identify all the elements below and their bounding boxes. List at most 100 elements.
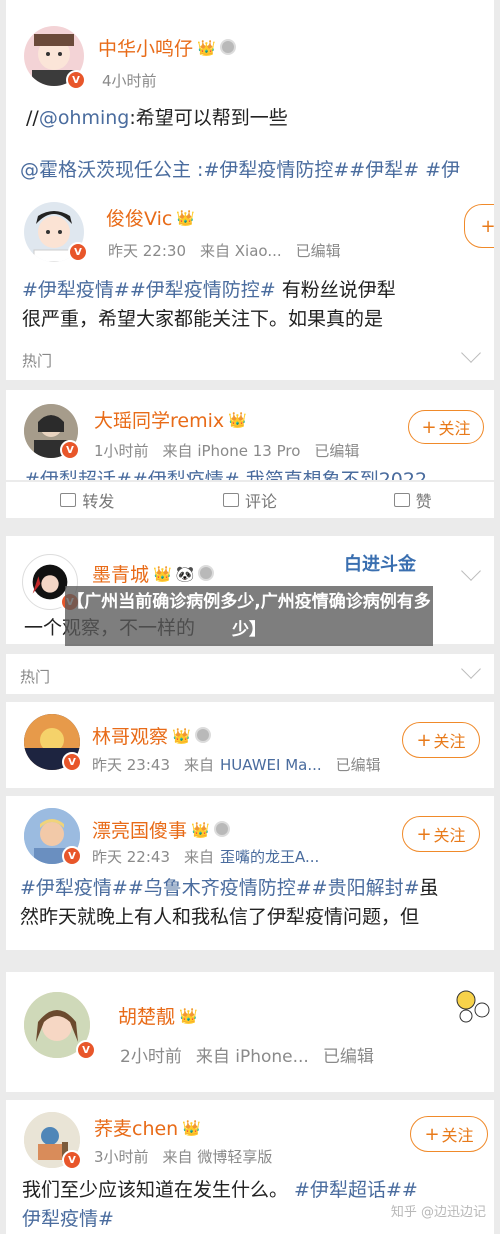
- post-card: V 漂亮国傻事 👑 昨天 22:43 来自 歪嘴的龙王A... + 关注 #伊犁疫情##…: [6, 796, 494, 950]
- source: 来自 iPhone...: [195, 1047, 309, 1067]
- text-segment: 然昨天就晚上有人和我私信了伊犁疫情问题，但: [20, 906, 420, 929]
- username[interactable]: 漂亮国傻事 👑: [92, 816, 230, 843]
- timestamp: 昨天 22:30: [108, 242, 186, 260]
- username[interactable]: 荞麦chen 👑: [94, 1114, 201, 1141]
- source-link[interactable]: 歪嘴的龙王A...: [220, 848, 319, 866]
- source-link[interactable]: HUAWEI Ma...: [220, 756, 322, 774]
- hashtag-link[interactable]: 伊犁疫情#: [22, 1208, 114, 1230]
- hashtag-link[interactable]: #伊犁疫情##伊犁疫情防控#: [22, 279, 276, 301]
- crown-icon: 👑: [172, 727, 191, 745]
- username-text: 俊俊Vic: [106, 208, 173, 230]
- post-card: 热门: [6, 654, 494, 694]
- crown-icon: 👑: [182, 1119, 201, 1137]
- plus-icon: +: [480, 215, 494, 237]
- comment-label: 评论: [245, 492, 278, 511]
- hashtag-line[interactable]: @霍格沃茨现任公主 :#伊犁疫情防控##伊犁# #伊: [20, 156, 460, 185]
- mention-link[interactable]: @ohming: [39, 107, 130, 129]
- follow-button[interactable]: + 关注: [402, 816, 480, 852]
- comment-button[interactable]: 评论: [169, 482, 332, 518]
- plus-icon: +: [421, 416, 437, 438]
- repost-button[interactable]: 转发: [6, 482, 169, 518]
- username[interactable]: 大瑶同学remix 👑: [94, 406, 247, 433]
- timestamp: 1小时前: [94, 442, 149, 460]
- medal-icon: [198, 565, 215, 581]
- username-text: 中华小鸣仔: [98, 38, 194, 60]
- crown-icon: 👑: [179, 1007, 198, 1025]
- repost-label: 转发: [82, 492, 115, 511]
- crown-icon: 👑: [228, 411, 247, 429]
- post-text: #伊犁疫情##伊犁疫情防控# 有粉丝说伊犁 很严重，希望大家都能关注下。如果真的…: [22, 276, 396, 335]
- username-text: 胡楚靓: [118, 1006, 176, 1028]
- source: 来自 微博轻享版: [162, 1148, 273, 1166]
- text-segment: 有粉丝说伊犁: [275, 279, 396, 301]
- edited-label: 已编辑: [314, 442, 360, 460]
- like-button[interactable]: 赞: [331, 482, 494, 518]
- follow-button[interactable]: +: [464, 204, 494, 248]
- plus-icon: +: [416, 823, 432, 845]
- comment-icon: [223, 493, 239, 507]
- verified-badge-icon: V: [62, 846, 82, 866]
- follow-label: 关注: [433, 732, 466, 751]
- post-meta: 1小时前 来自 iPhone 13 Pro 已编辑: [94, 440, 373, 461]
- follow-label: 关注: [438, 419, 471, 438]
- timestamp: 昨天 23:43: [92, 756, 170, 774]
- username[interactable]: 胡楚靓 👑: [118, 1002, 198, 1029]
- timestamp: 昨天 22:43: [92, 848, 170, 866]
- username[interactable]: 林哥观察 👑: [92, 722, 211, 749]
- text-segment: 虽: [419, 877, 439, 899]
- text-segment: //: [26, 107, 39, 129]
- chevron-down-icon[interactable]: [461, 343, 481, 363]
- username[interactable]: 墨青城 👑 🐼: [92, 560, 215, 587]
- text-segment: 我们至少应该知道在发生什么。: [22, 1179, 289, 1201]
- verified-badge-icon: V: [68, 242, 88, 262]
- hashtag-link[interactable]: #伊犁疫情##乌鲁木齐疫情防控##贵阳解封#: [20, 877, 420, 899]
- post-meta: 昨天 22:43 来自 歪嘴的龙王A...: [92, 846, 333, 867]
- post-text: #伊犁疫情##乌鲁木齐疫情防控##贵阳解封#虽 然昨天就晚上有人和我私信了伊犁疫…: [20, 874, 439, 933]
- crown-icon: 👑: [153, 565, 172, 583]
- follow-button[interactable]: + 关注: [408, 410, 484, 444]
- post-text: 我们至少应该知道在发生什么。 #伊犁超话## 伊犁疫情#: [22, 1176, 418, 1234]
- action-bar: 转发 评论 赞: [6, 482, 494, 518]
- edited-label: 已编辑: [295, 242, 341, 260]
- verified-badge-icon: V: [62, 1150, 82, 1170]
- medal-icon: [213, 821, 230, 837]
- plus-icon: +: [424, 1123, 440, 1145]
- post-meta: 2小时前 来自 iPhone... 已编辑: [120, 1042, 388, 1067]
- sticker-decoration: 白进斗金: [344, 554, 416, 575]
- chevron-down-icon[interactable]: [461, 659, 481, 679]
- post-meta: 昨天 23:43 来自 HUAWEI Ma... 已编辑: [92, 754, 395, 775]
- post-meta: 4小时前: [102, 70, 171, 91]
- article-title-banner: 【广州当前确诊病例多少,广州疫情确诊病例有多少】: [65, 586, 433, 646]
- edited-label: 已编辑: [335, 756, 381, 774]
- follow-button[interactable]: + 关注: [402, 722, 480, 758]
- text-segment: 很严重，希望大家都能关注下。如果真的是: [22, 308, 384, 331]
- timestamp: 3小时前: [94, 1148, 149, 1166]
- username-text: 林哥观察: [92, 726, 169, 748]
- post-meta: 昨天 22:30 来自 Xiao... 已编辑: [108, 240, 355, 261]
- plus-icon: +: [416, 729, 432, 751]
- post-card: V 中华小鸣仔 👑 4小时前 //@ohming:希望可以帮到一些: [6, 0, 494, 150]
- hashtag-line[interactable]: #伊犁超话##伊犁疫情# 我简直想象不到2022: [24, 466, 427, 480]
- username[interactable]: 中华小鸣仔 👑: [98, 34, 236, 61]
- crown-icon: 👑: [176, 209, 195, 227]
- source: 来自 Xiao...: [200, 242, 282, 260]
- verified-badge-icon: V: [66, 70, 86, 90]
- username[interactable]: 俊俊Vic 👑: [106, 204, 195, 231]
- medal-icon: [194, 727, 211, 743]
- text-segment: :希望可以帮到一些: [129, 107, 288, 129]
- verified-badge-icon: V: [60, 440, 80, 460]
- timestamp: 4小时前: [102, 72, 157, 90]
- post-meta: 3小时前 来自 微博轻享版: [94, 1146, 286, 1167]
- thumbs-up-icon: [393, 493, 410, 507]
- medal-icon: [219, 39, 236, 55]
- follow-button[interactable]: + 关注: [410, 1116, 488, 1152]
- chevron-down-icon[interactable]: [461, 561, 481, 581]
- watermark: 知乎 @边迅边记: [390, 1205, 486, 1220]
- hot-label: 热门: [20, 668, 51, 686]
- username-text: 大瑶同学remix: [94, 410, 225, 432]
- crown-icon: 👑: [191, 821, 210, 839]
- hashtag-link[interactable]: #伊犁超话##: [288, 1179, 418, 1201]
- post-card: V 林哥观察 👑 昨天 23:43 来自 HUAWEI Ma... 已编辑 + 关注: [6, 702, 494, 788]
- post-card: @霍格沃茨现任公主 :#伊犁疫情防控##伊犁# #伊: [6, 150, 494, 190]
- like-label: 赞: [415, 492, 432, 511]
